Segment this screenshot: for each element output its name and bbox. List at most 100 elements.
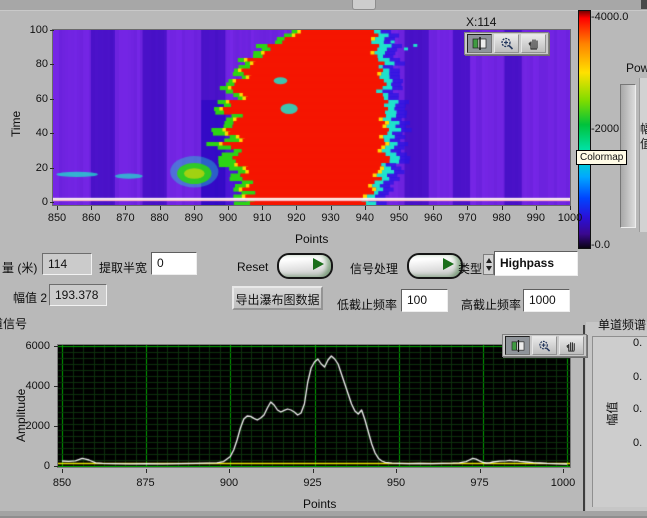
x-tick-label: 920 [287,212,305,224]
signal-processing-toggle-arrow-icon [443,258,454,270]
y-tick-label: 6000 [16,340,50,352]
tick-mark [396,469,397,473]
y-tick-label: 0 [16,460,50,472]
x-tick-label: 970 [458,212,476,224]
x-tick-label: 980 [492,212,510,224]
tick-mark [50,64,54,65]
points-axis-label-bottom: Points [303,497,336,511]
x-tick-label: 850 [48,212,66,224]
export-waterfall-button[interactable]: 导出瀑布图数据 [232,286,323,310]
low-cutoff-input[interactable]: 100 [401,289,448,312]
tick-mark [433,206,434,210]
right-panel-ytick-1: 0. [633,371,642,383]
front-panel: X:114 Time Points -400 [0,0,647,518]
x-tick-label: 960 [424,212,442,224]
tick-mark [62,469,63,473]
signal-plot[interactable] [58,345,570,467]
extract-halfwidth-input[interactable]: 0 [151,252,197,275]
x-tick-label: 975 [470,477,488,489]
tick-mark [54,386,58,387]
clipped-side-label: 幅值 [640,122,647,158]
amplitude2-label: 幅值 2 [13,289,47,306]
tick-mark [313,469,314,473]
filter-type-combo[interactable]: Highpass [494,251,578,276]
waterfall-plot[interactable] [53,30,570,205]
filter-type-spinner[interactable] [483,254,494,275]
zoom-tool-button[interactable] [494,34,519,53]
high-cutoff-label: 高截止频率 [461,296,521,313]
filter-type-label: 类型 [458,260,482,277]
right-panel-amplitude-label: 幅值 [604,401,621,425]
right-panel-ytick-3: 0. [633,437,642,449]
tick-mark [50,99,54,100]
x-tick-label: 925 [303,477,321,489]
tick-mark [50,30,54,31]
tick-mark [365,206,366,210]
screen-corner [641,0,647,9]
tick-mark [296,206,297,210]
reset-toggle[interactable] [277,253,333,279]
spinner-down-icon [486,266,492,271]
y-tick-label: 60 [14,93,48,105]
reset-toggle-arrow-icon [313,258,324,270]
tick-mark [229,469,230,473]
x-tick-label: 890 [185,212,203,224]
pan-tool-button[interactable] [559,336,584,355]
zoom-tool-icon [500,37,514,50]
cursor-readout: X:114 [466,15,496,29]
tick-mark [563,469,564,473]
tick-mark [262,206,263,210]
signal-processing-toggle[interactable] [407,253,463,279]
right-panel-ytick-2: 0. [633,403,642,415]
high-cutoff-input[interactable]: 1000 [523,289,570,312]
x-tick-label: 1000 [558,212,582,224]
y-tick-label: 4000 [16,380,50,392]
distance-indicator: 114 [42,253,92,275]
tick-mark [228,206,229,210]
x-tick-label: 950 [390,212,408,224]
x-tick-label: 990 [527,212,545,224]
power-label: Pow [626,61,647,75]
cursor-tool-button[interactable] [467,34,492,53]
pan-tool-icon [565,340,578,352]
tick-mark [502,206,503,210]
y-tick-label: 2000 [16,420,50,432]
tick-mark [50,202,54,203]
y-tick-label: 100 [14,24,48,36]
zoom-tool-icon [538,340,551,352]
window-tab-notch [352,0,376,10]
reset-label: Reset [237,260,268,274]
graph-palette-bottom [502,334,587,357]
right-panel-title: 单道频谱 [598,316,646,333]
y-tick-label: 40 [14,127,48,139]
pan-tool-icon [527,37,541,50]
tick-mark [54,346,58,347]
points-axis-label-top: Points [295,232,328,246]
x-tick-label: 900 [220,477,238,489]
tick-mark [91,206,92,210]
cursor-tool-button[interactable] [505,336,530,355]
right-panel-ytick-0: 0. [633,337,642,349]
x-tick-label: 1000 [551,477,575,489]
spinner-up-icon [486,258,492,263]
tick-mark [50,168,54,169]
tick-mark [570,206,571,210]
tick-mark [194,206,195,210]
colorbar-tick-0: -0.0 [591,239,610,251]
y-tick-label: 80 [14,58,48,70]
graph-palette-top [464,32,549,55]
y-tick-label: 20 [14,162,48,174]
pan-tool-button[interactable] [521,34,546,53]
extract-halfwidth-label: 提取半宽 [99,259,147,276]
y-tick-label: 0 [14,196,48,208]
tick-mark [467,206,468,210]
distance-label: 量 (米) [2,259,37,276]
x-tick-label: 900 [219,212,237,224]
x-tick-label: 910 [253,212,271,224]
tick-mark [50,133,54,134]
tick-mark [536,206,537,210]
zoom-tool-button[interactable] [532,336,557,355]
amplitude2-indicator: 193.378 [49,284,107,306]
signal-processing-label: 信号处理 [350,260,398,277]
cursor-tool-icon [472,37,487,50]
